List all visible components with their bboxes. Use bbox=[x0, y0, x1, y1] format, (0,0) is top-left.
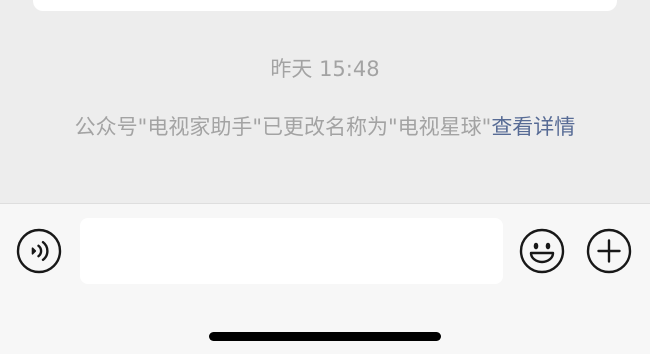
emoji-button[interactable] bbox=[519, 228, 565, 274]
home-indicator bbox=[209, 332, 441, 341]
message-timestamp: 昨天 15:48 bbox=[270, 57, 380, 81]
more-button[interactable] bbox=[586, 228, 632, 274]
plus-icon bbox=[586, 228, 632, 274]
chat-input-bar bbox=[0, 203, 650, 354]
previous-message-bubble bbox=[33, 0, 617, 11]
voice-icon bbox=[16, 228, 62, 274]
emoji-icon bbox=[519, 228, 565, 274]
voice-button[interactable] bbox=[16, 228, 62, 274]
system-notice: 公众号"电视家助手"已更改名称为"电视星球"查看详情 bbox=[50, 109, 600, 146]
message-input[interactable] bbox=[80, 218, 503, 284]
view-details-link[interactable]: 查看详情 bbox=[491, 115, 575, 139]
system-notice-text: 公众号"电视家助手"已更改名称为"电视星球" bbox=[74, 115, 492, 139]
